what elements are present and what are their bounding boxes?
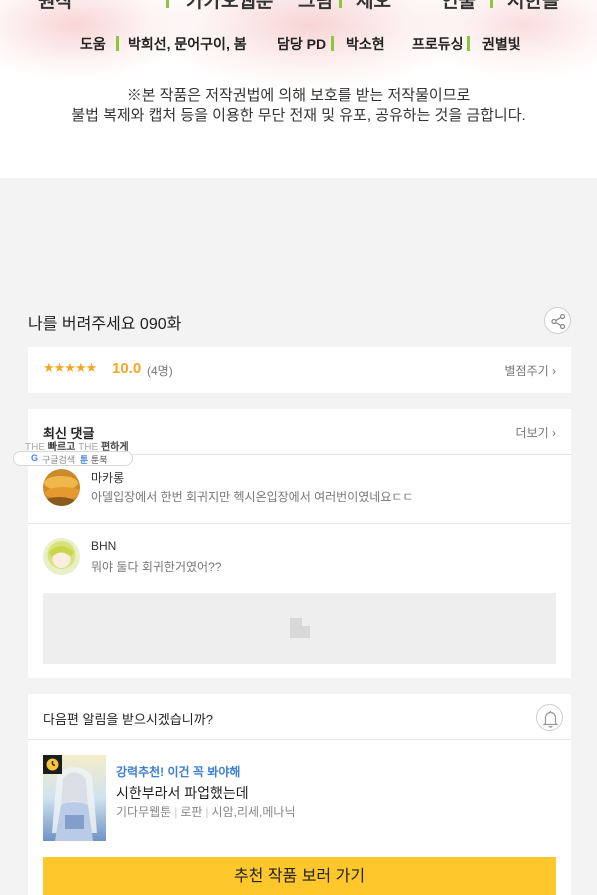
credit-name: 세오	[356, 0, 391, 12]
divider	[28, 739, 571, 740]
share-button[interactable]	[544, 307, 571, 334]
credit-name: 박소현	[346, 36, 385, 52]
comment-author: BHN	[91, 539, 117, 553]
notify-bell-button[interactable]	[536, 704, 563, 731]
share-icon	[551, 313, 566, 330]
credit-separator	[116, 36, 119, 51]
view-recommended-button[interactable]: 추천 작품 보러 가기	[43, 857, 556, 895]
credit-name: 서한솔	[507, 0, 560, 12]
recommended-meta: 기다무웹툰 | 로판 | 시암,리세,메나닉	[116, 803, 296, 820]
toonbook-icon: 툰	[80, 455, 89, 465]
toonbook-link[interactable]: 툰북	[91, 453, 108, 466]
credit-role: 원작	[38, 0, 73, 12]
notify-card: 다음편 알림을 받으시겠습니까? 강력추천! 이건 꼭 봐야해 시한부라서 파업…	[28, 694, 571, 895]
credits-roles-row: 도움 박희선, 문어구이, 봄 담당 PD 박소현 프로듀싱 권별빛	[0, 33, 597, 53]
rating-count: (4명)	[147, 364, 173, 378]
credits-top-row: 원작 카카오웹툰 그림 세오 연출 서한솔	[0, 0, 597, 14]
recommended-thumbnail[interactable]	[43, 755, 106, 841]
credit-name: 박희선, 문어구이, 봄	[128, 36, 247, 52]
meta-separator: |	[205, 805, 209, 819]
meta-separator: |	[174, 805, 178, 819]
recommended-title[interactable]: 시한부라서 파업했는데	[116, 783, 249, 803]
credit-role: 담당 PD	[277, 36, 327, 52]
credit-name: 권별빛	[482, 36, 521, 52]
copyright-notice: ※본 작품은 저작권법에 의해 보호를 받는 저작물이므로 불법 복제와 캡처 …	[0, 86, 597, 126]
ad-placeholder	[43, 593, 556, 664]
rate-button[interactable]: 별점주기 ›	[505, 362, 557, 379]
image-placeholder-icon	[290, 618, 310, 638]
credit-separator	[339, 0, 342, 8]
comment-text: 뭐야 둘다 회귀한거였어??	[91, 560, 222, 574]
credit-role: 연출	[441, 0, 476, 12]
rating-stars: ★★★★★	[43, 361, 97, 376]
credit-role: 프로듀싱	[412, 36, 464, 52]
credit-role: 도움	[80, 36, 106, 52]
credit-separator	[467, 36, 470, 51]
meta-category: 기다무웹툰	[116, 805, 172, 819]
clock-icon	[46, 758, 59, 771]
rating-card: ★★★★★ 10.0 (4명) 별점주기 ›	[28, 347, 571, 393]
comment-author: 마카롱	[91, 471, 125, 485]
recommend-tag: 강력추천! 이건 꼭 봐야해	[116, 765, 241, 779]
rating-score: 10.0	[112, 360, 142, 377]
bell-icon	[542, 711, 559, 728]
browser-overlay-badge[interactable]: G 구글검색 툰 툰북	[13, 451, 133, 466]
divider	[28, 523, 571, 524]
meta-genre: 로판	[180, 805, 203, 819]
copyright-notice-line: 불법 복제와 캡처 등을 이용한 무단 전재 및 유포, 공유하는 것을 금합니…	[71, 107, 526, 124]
credit-separator	[490, 0, 493, 8]
copyright-notice-line: ※본 작품은 저작권법에 의해 보호를 받는 저작물이므로	[126, 87, 471, 104]
google-search-link[interactable]: 구글검색	[42, 453, 75, 466]
credit-separator	[166, 0, 169, 8]
credit-name: 카카오웹툰	[186, 0, 274, 12]
episode-title: 나를 버려주세요 090화	[28, 316, 182, 333]
google-icon: G	[31, 453, 39, 463]
wait-free-badge	[43, 755, 62, 774]
comments-more-button[interactable]: 더보기 ›	[516, 424, 556, 441]
credit-role: 그림	[298, 0, 333, 12]
notify-question: 다음편 알림을 받으시겠습니까?	[43, 712, 213, 727]
avatar[interactable]	[43, 469, 80, 506]
avatar[interactable]	[43, 538, 80, 575]
comment-text: 아델입장에서 한번 회귀지만 헥시온입장에서 여러번이였네요ㄷㄷ	[91, 490, 414, 504]
meta-authors: 시암,리세,메나닉	[211, 805, 296, 819]
credits-section: 원작 카카오웹툰 그림 세오 연출 서한솔 도움 박희선, 문어구이, 봄 담당…	[0, 0, 597, 178]
credit-separator	[331, 36, 334, 51]
